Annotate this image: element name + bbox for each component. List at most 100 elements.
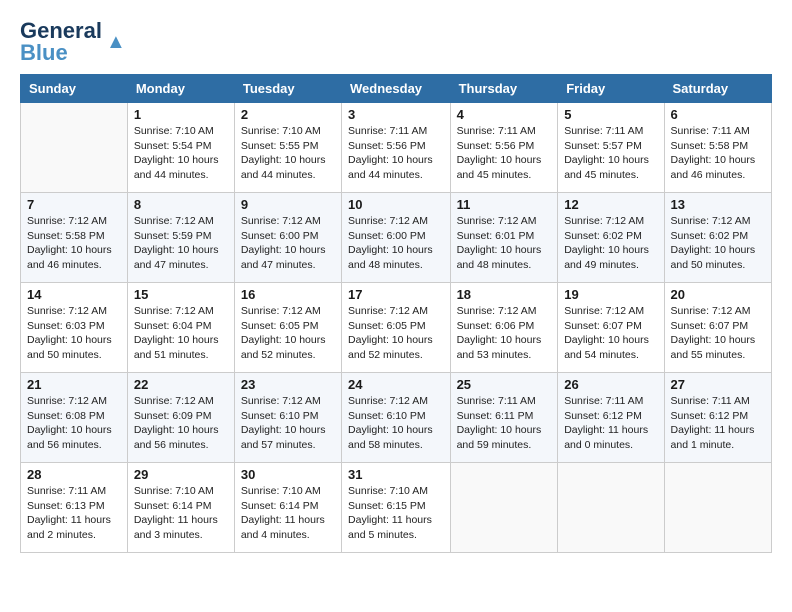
day-info: Sunrise: 7:12 AM Sunset: 6:05 PM Dayligh…	[348, 304, 444, 363]
day-info: Sunrise: 7:12 AM Sunset: 6:06 PM Dayligh…	[457, 304, 552, 363]
day-info: Sunrise: 7:12 AM Sunset: 6:08 PM Dayligh…	[27, 394, 121, 453]
day-info: Sunrise: 7:11 AM Sunset: 5:56 PM Dayligh…	[457, 124, 552, 183]
day-number: 5	[564, 107, 657, 122]
day-header-wednesday: Wednesday	[342, 75, 451, 103]
day-number: 20	[671, 287, 765, 302]
day-header-sunday: Sunday	[21, 75, 128, 103]
logo-text: GeneralBlue	[20, 20, 102, 64]
calendar-cell	[21, 103, 128, 193]
day-info: Sunrise: 7:12 AM Sunset: 6:05 PM Dayligh…	[241, 304, 335, 363]
day-info: Sunrise: 7:10 AM Sunset: 6:14 PM Dayligh…	[134, 484, 228, 543]
day-number: 24	[348, 377, 444, 392]
day-number: 27	[671, 377, 765, 392]
day-info: Sunrise: 7:11 AM Sunset: 6:13 PM Dayligh…	[27, 484, 121, 543]
calendar-cell: 11 Sunrise: 7:12 AM Sunset: 6:01 PM Dayli…	[450, 193, 558, 283]
day-number: 8	[134, 197, 228, 212]
calendar-cell: 12 Sunrise: 7:12 AM Sunset: 6:02 PM Dayli…	[558, 193, 664, 283]
calendar-cell: 16 Sunrise: 7:12 AM Sunset: 6:05 PM Dayli…	[234, 283, 341, 373]
calendar-cell: 1 Sunrise: 7:10 AM Sunset: 5:54 PM Daylig…	[127, 103, 234, 193]
calendar-cell: 14Sunrise: 7:12 AM Sunset: 6:03 PM Dayli…	[21, 283, 128, 373]
day-info: Sunrise: 7:12 AM Sunset: 6:02 PM Dayligh…	[671, 214, 765, 273]
calendar-cell: 29 Sunrise: 7:10 AM Sunset: 6:14 PM Dayli…	[127, 463, 234, 553]
calendar-cell: 21 Sunrise: 7:12 AM Sunset: 6:08 PM Dayli…	[21, 373, 128, 463]
day-info: Sunrise: 7:12 AM Sunset: 5:58 PM Dayligh…	[27, 214, 121, 273]
calendar-cell: 3 Sunrise: 7:11 AM Sunset: 5:56 PM Daylig…	[342, 103, 451, 193]
calendar-week-row: 28 Sunrise: 7:11 AM Sunset: 6:13 PM Dayli…	[21, 463, 772, 553]
day-info: Sunrise: 7:11 AM Sunset: 5:56 PM Dayligh…	[348, 124, 444, 183]
day-info: Sunrise: 7:12 AM Sunset: 6:00 PM Dayligh…	[241, 214, 335, 273]
day-number: 6	[671, 107, 765, 122]
day-number: 22	[134, 377, 228, 392]
day-number: 15	[134, 287, 228, 302]
day-number: 13	[671, 197, 765, 212]
day-number: 23	[241, 377, 335, 392]
day-info: Sunrise: 7:11 AM Sunset: 6:12 PM Dayligh…	[564, 394, 657, 453]
day-number: 21	[27, 377, 121, 392]
day-info: Sunrise: 7:12 AM Sunset: 6:09 PM Dayligh…	[134, 394, 228, 453]
day-number: 12	[564, 197, 657, 212]
day-number: 11	[457, 197, 552, 212]
calendar-cell: 2 Sunrise: 7:10 AM Sunset: 5:55 PM Daylig…	[234, 103, 341, 193]
calendar-cell: 23Sunrise: 7:12 AM Sunset: 6:10 PM Dayli…	[234, 373, 341, 463]
calendar-cell: 25 Sunrise: 7:11 AM Sunset: 6:11 PM Dayli…	[450, 373, 558, 463]
day-number: 4	[457, 107, 552, 122]
day-number: 17	[348, 287, 444, 302]
calendar-cell: 4 Sunrise: 7:11 AM Sunset: 5:56 PM Daylig…	[450, 103, 558, 193]
calendar-cell: 7 Sunrise: 7:12 AM Sunset: 5:58 PM Daylig…	[21, 193, 128, 283]
day-info: Sunrise: 7:12 AM Sunset: 6:01 PM Dayligh…	[457, 214, 552, 273]
day-header-monday: Monday	[127, 75, 234, 103]
calendar-cell: 28 Sunrise: 7:11 AM Sunset: 6:13 PM Dayli…	[21, 463, 128, 553]
day-number: 31	[348, 467, 444, 482]
calendar-week-row: 21 Sunrise: 7:12 AM Sunset: 6:08 PM Dayli…	[21, 373, 772, 463]
day-number: 7	[27, 197, 121, 212]
calendar-cell: 27 Sunrise: 7:11 AM Sunset: 6:12 PM Dayli…	[664, 373, 771, 463]
day-header-saturday: Saturday	[664, 75, 771, 103]
day-number: 9	[241, 197, 335, 212]
day-number: 1	[134, 107, 228, 122]
calendar-cell: 22 Sunrise: 7:12 AM Sunset: 6:09 PM Dayli…	[127, 373, 234, 463]
day-header-thursday: Thursday	[450, 75, 558, 103]
day-number: 28	[27, 467, 121, 482]
calendar-cell	[450, 463, 558, 553]
day-number: 25	[457, 377, 552, 392]
calendar-cell: 5 Sunrise: 7:11 AM Sunset: 5:57 PM Daylig…	[558, 103, 664, 193]
day-number: 3	[348, 107, 444, 122]
day-info: Sunrise: 7:11 AM Sunset: 6:12 PM Dayligh…	[671, 394, 765, 453]
calendar-cell: 8 Sunrise: 7:12 AM Sunset: 5:59 PM Daylig…	[127, 193, 234, 283]
day-number: 2	[241, 107, 335, 122]
calendar-cell: 24 Sunrise: 7:12 AM Sunset: 6:10 PM Dayli…	[342, 373, 451, 463]
calendar-cell: 6 Sunrise: 7:11 AM Sunset: 5:58 PM Daylig…	[664, 103, 771, 193]
day-number: 26	[564, 377, 657, 392]
day-info: Sunrise: 7:10 AM Sunset: 5:55 PM Dayligh…	[241, 124, 335, 183]
day-info: Sunrise: 7:12 AM Sunset: 6:07 PM Dayligh…	[671, 304, 765, 363]
day-info: Sunrise: 7:12 AM Sunset: 6:04 PM Dayligh…	[134, 304, 228, 363]
day-info: Sunrise: 7:11 AM Sunset: 5:58 PM Dayligh…	[671, 124, 765, 183]
day-info: Sunrise: 7:12 AM Sunset: 6:10 PM Dayligh…	[348, 394, 444, 453]
day-info: Sunrise: 7:10 AM Sunset: 6:15 PM Dayligh…	[348, 484, 444, 543]
calendar-header-row: SundayMondayTuesdayWednesdayThursdayFrid…	[21, 75, 772, 103]
calendar-week-row: 1 Sunrise: 7:10 AM Sunset: 5:54 PM Daylig…	[21, 103, 772, 193]
logo: GeneralBlue ▲	[20, 20, 126, 64]
day-number: 16	[241, 287, 335, 302]
day-info: Sunrise: 7:12 AM Sunset: 6:07 PM Dayligh…	[564, 304, 657, 363]
day-info: Sunrise: 7:10 AM Sunset: 5:54 PM Dayligh…	[134, 124, 228, 183]
calendar-cell: 26 Sunrise: 7:11 AM Sunset: 6:12 PM Dayli…	[558, 373, 664, 463]
day-info: Sunrise: 7:11 AM Sunset: 5:57 PM Dayligh…	[564, 124, 657, 183]
calendar-cell	[664, 463, 771, 553]
day-info: Sunrise: 7:12 AM Sunset: 6:03 PM Dayligh…	[27, 304, 121, 363]
calendar-cell: 17 Sunrise: 7:12 AM Sunset: 6:05 PM Dayli…	[342, 283, 451, 373]
calendar-cell: 10 Sunrise: 7:12 AM Sunset: 6:00 PM Dayli…	[342, 193, 451, 283]
calendar-cell: 31 Sunrise: 7:10 AM Sunset: 6:15 PM Dayli…	[342, 463, 451, 553]
calendar-cell: 18Sunrise: 7:12 AM Sunset: 6:06 PM Dayli…	[450, 283, 558, 373]
calendar-cell: 13 Sunrise: 7:12 AM Sunset: 6:02 PM Dayli…	[664, 193, 771, 283]
day-info: Sunrise: 7:11 AM Sunset: 6:11 PM Dayligh…	[457, 394, 552, 453]
day-info: Sunrise: 7:12 AM Sunset: 5:59 PM Dayligh…	[134, 214, 228, 273]
calendar-cell: 30Sunrise: 7:10 AM Sunset: 6:14 PM Dayli…	[234, 463, 341, 553]
day-number: 10	[348, 197, 444, 212]
day-info: Sunrise: 7:10 AM Sunset: 6:14 PM Dayligh…	[241, 484, 335, 543]
calendar-cell	[558, 463, 664, 553]
day-info: Sunrise: 7:12 AM Sunset: 6:02 PM Dayligh…	[564, 214, 657, 273]
day-number: 29	[134, 467, 228, 482]
day-header-tuesday: Tuesday	[234, 75, 341, 103]
day-info: Sunrise: 7:12 AM Sunset: 6:00 PM Dayligh…	[348, 214, 444, 273]
